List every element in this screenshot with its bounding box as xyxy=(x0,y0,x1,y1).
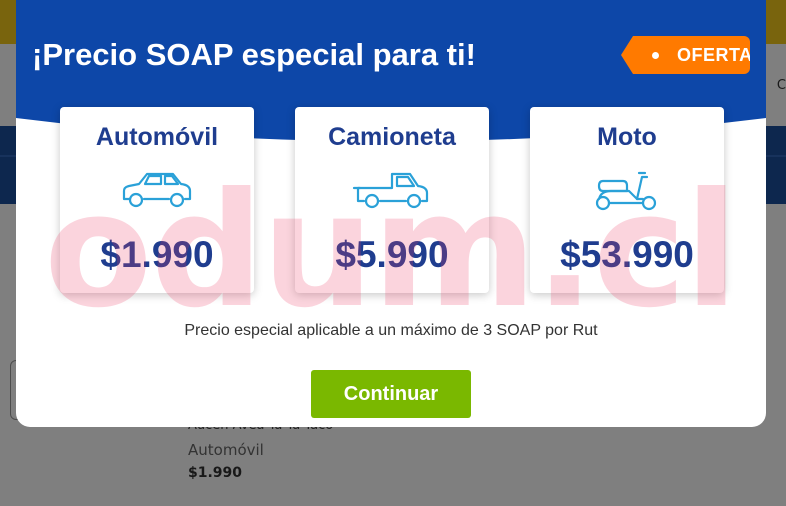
vehicle-card-price: $53.990 xyxy=(560,234,694,275)
badge-dot xyxy=(652,52,659,59)
vehicle-card-price: $1.990 xyxy=(100,234,214,275)
vehicle-card-title: Automóvil xyxy=(95,123,219,151)
scooter-icon xyxy=(595,171,657,211)
vehicle-card-price: $5.990 xyxy=(335,234,449,275)
badge-label: OFERTA xyxy=(677,45,753,65)
continue-button[interactable]: Continuar xyxy=(311,370,471,418)
modal-title: ¡Precio SOAP especial para ti! xyxy=(32,37,476,72)
offer-note: Precio especial aplicable a un máximo de… xyxy=(184,322,598,339)
offer-badge: OFERTA xyxy=(621,36,750,74)
vehicle-card-moto[interactable]: Moto $53.990 xyxy=(530,107,724,293)
vehicle-card-title: Camioneta xyxy=(328,123,456,151)
vehicle-card-camioneta[interactable]: Camioneta $5.990 xyxy=(295,107,489,293)
car-icon xyxy=(122,172,192,208)
offer-modal: ¡Precio SOAP especial para ti! OFERTA Au… xyxy=(16,0,766,427)
pickup-truck-icon xyxy=(352,172,429,209)
vehicle-card-automovil[interactable]: Automóvil $1.990 xyxy=(60,107,254,293)
vehicle-card-title: Moto xyxy=(597,123,657,151)
